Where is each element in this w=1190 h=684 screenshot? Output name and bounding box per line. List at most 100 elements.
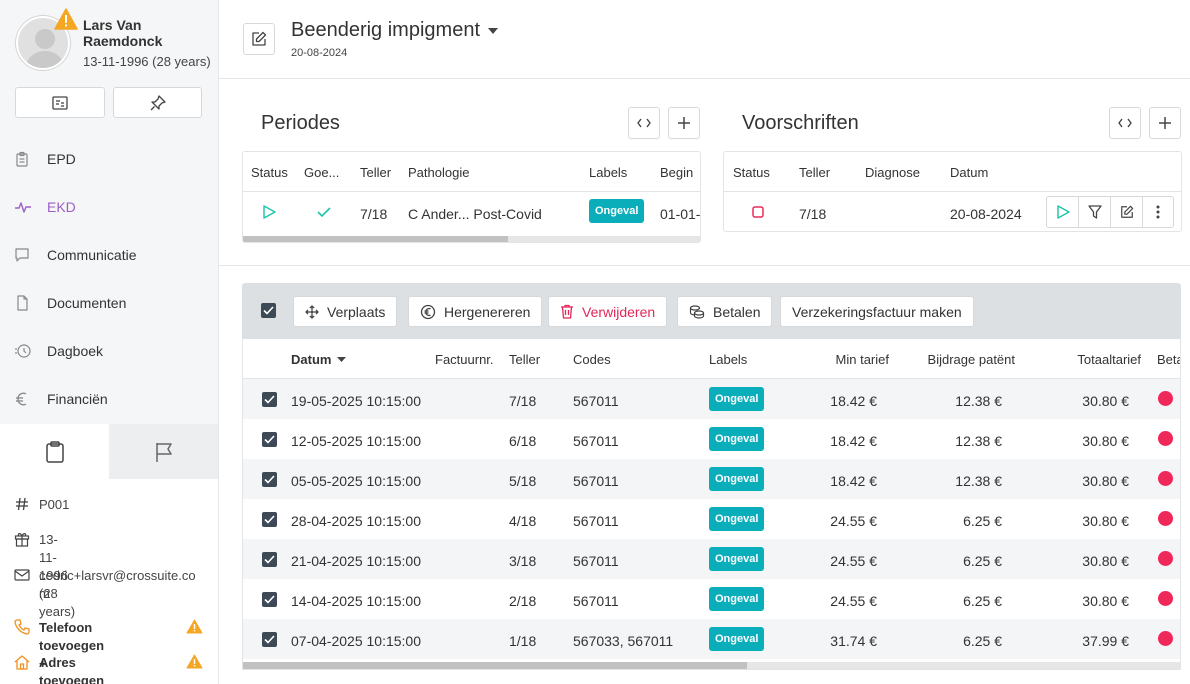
edit-icon — [1120, 205, 1134, 219]
column-header-bijdrage[interactable]: Bijdrage patënt — [928, 352, 1015, 367]
nav-item-communicatie[interactable]: Communicatie — [0, 240, 218, 270]
edit-button[interactable] — [1111, 197, 1143, 227]
filter-button[interactable] — [1079, 197, 1111, 227]
row-checkbox[interactable] — [262, 632, 277, 647]
voorschriften-add-button[interactable] — [1149, 107, 1181, 139]
table-scrollbar-thumb[interactable] — [243, 662, 747, 669]
row-checkbox[interactable] — [262, 472, 277, 487]
insurance-invoice-button[interactable]: Verzekeringsfactuur maken — [780, 296, 974, 327]
column-header-min-tarief[interactable]: Min tarief — [836, 352, 889, 367]
invoice-toolbar: Verplaats Hergenereren Verwijderen Betal… — [242, 283, 1181, 339]
row-checkbox[interactable] — [262, 392, 277, 407]
cell-min-tarief: 18.42 € — [830, 393, 877, 409]
warning-icon — [54, 8, 78, 30]
edit-icon — [251, 31, 267, 47]
label-badge: Ongeval — [709, 467, 765, 491]
edit-button[interactable] — [243, 23, 275, 55]
euro-icon — [14, 391, 30, 407]
play-button[interactable] — [1047, 197, 1079, 227]
column-header-factuurnr[interactable]: Factuurnr. — [435, 352, 494, 367]
voorschriften-expand-button[interactable] — [1109, 107, 1141, 139]
nav-label: EPD — [47, 151, 76, 167]
check-icon — [317, 206, 331, 218]
unpaid-status-dot — [1158, 591, 1173, 606]
pin-button[interactable] — [113, 87, 202, 118]
unpaid-status-dot — [1158, 431, 1173, 446]
home-icon — [14, 654, 30, 670]
page-title[interactable]: Beenderig impigment — [291, 19, 498, 42]
cell-datum: 21-04-2025 10:15:00 — [291, 553, 421, 569]
table-row[interactable]: 05-05-2025 10:15:00 5/18 567011 Ongeval 18.4… — [243, 459, 1180, 499]
label-badge: Ongeval — [589, 199, 645, 223]
tab-info[interactable] — [0, 424, 109, 479]
nav-item-financien[interactable]: Financiën — [0, 384, 218, 414]
row-checkbox[interactable] — [262, 432, 277, 447]
table-row[interactable]: 28-04-2025 10:15:00 4/18 567011 Ongeval 24.5… — [243, 499, 1180, 539]
move-button[interactable]: Verplaats — [293, 296, 398, 327]
cell-datum: 07-04-2025 10:15:00 — [291, 633, 421, 649]
table-row[interactable]: 07-04-2025 10:15:00 1/18 567033, 567011 Ong… — [243, 619, 1180, 659]
gift-icon — [14, 531, 30, 547]
plus-icon — [677, 116, 691, 130]
row-checkbox[interactable] — [262, 512, 277, 527]
nav-item-dagboek[interactable]: Dagboek — [0, 336, 218, 366]
delete-button[interactable]: Verwijderen — [548, 296, 668, 327]
column-header-codes[interactable]: Codes — [573, 352, 611, 367]
patient-info-panel: P001 13-11-1996 (28 years) cedric+larsvr… — [0, 479, 218, 684]
cell-min-tarief: 18.42 € — [830, 433, 877, 449]
cell-min-tarief: 24.55 € — [830, 553, 877, 569]
history-icon — [14, 343, 32, 359]
mail-icon — [14, 567, 30, 583]
code-icon — [1118, 118, 1132, 128]
patient-card-button[interactable] — [15, 87, 105, 118]
hash-icon — [14, 496, 30, 512]
cell-codes: 567011 — [573, 393, 619, 409]
row-checkbox[interactable] — [262, 592, 277, 607]
column-header-teller[interactable]: Teller — [509, 352, 540, 367]
periodes-add-button[interactable] — [668, 107, 700, 139]
table-row[interactable]: 7/18 C Ander... Post-Covid Ongeval 01-01… — [243, 192, 700, 236]
nav-item-ekd[interactable]: EKD — [0, 192, 218, 222]
pay-button[interactable]: Betalen — [677, 296, 773, 327]
cell-bijdrage: 6.25 € — [963, 553, 1002, 569]
cell-bijdrage: 6.25 € — [963, 593, 1002, 609]
cell-datum: 28-04-2025 10:15:00 — [291, 513, 421, 529]
cell-teller: 6/18 — [509, 433, 537, 449]
play-icon — [1056, 205, 1070, 219]
column-header-betaald[interactable]: Beta — [1157, 352, 1180, 367]
more-button[interactable] — [1143, 197, 1173, 227]
table-row[interactable]: 19-05-2025 10:15:00 7/18 567011 Ongeval 18.4… — [243, 379, 1180, 419]
cell-teller: 7/18 — [509, 393, 537, 409]
sort-desc-icon — [337, 357, 347, 362]
select-all-checkbox[interactable] — [261, 303, 276, 318]
row-checkbox[interactable] — [262, 552, 277, 567]
nav-item-epd[interactable]: EPD — [0, 144, 218, 174]
patient-card: Lars Van Raemdonck 13-11-1996 (28 years) — [14, 8, 214, 74]
clipboard-icon — [14, 151, 30, 167]
label-badge: Ongeval — [709, 587, 765, 611]
table-row[interactable]: 21-04-2025 10:15:00 3/18 567011 Ongeval 24.5… — [243, 539, 1180, 579]
tab-flags[interactable] — [109, 424, 218, 479]
cell-datum: 12-05-2025 10:15:00 — [291, 433, 421, 449]
patient-name: Lars Van Raemdonck — [83, 17, 163, 49]
unpaid-status-dot — [1158, 391, 1173, 406]
cell-min-tarief: 18.42 € — [830, 473, 877, 489]
table-row[interactable]: 12-05-2025 10:15:00 6/18 567011 Ongeval 18.4… — [243, 419, 1180, 459]
play-icon[interactable] — [262, 205, 276, 219]
voorschriften-title: Voorschriften — [742, 112, 859, 134]
table-row[interactable]: 7/18 20-08-2024 — [724, 192, 1181, 231]
patient-dob: 13-11-1996 (28 years) — [83, 54, 211, 69]
nav-label: Financiën — [47, 391, 108, 407]
nav-item-documenten[interactable]: Documenten — [0, 288, 218, 318]
pulse-icon — [14, 199, 32, 215]
column-header-labels[interactable]: Labels — [709, 352, 747, 367]
regenerate-button[interactable]: Hergenereren — [408, 296, 543, 327]
table-row[interactable]: 14-04-2025 10:15:00 2/18 567011 Ongeval 24.5… — [243, 579, 1180, 619]
periodes-expand-button[interactable] — [628, 107, 660, 139]
move-icon — [305, 304, 319, 319]
cell-bijdrage: 6.25 € — [963, 633, 1002, 649]
column-header-totaal[interactable]: Totaaltarief — [1077, 352, 1141, 367]
column-header-datum[interactable]: Datum — [291, 352, 347, 367]
periodes-scrollbar-thumb[interactable] — [243, 236, 508, 242]
warning-icon — [186, 619, 203, 634]
